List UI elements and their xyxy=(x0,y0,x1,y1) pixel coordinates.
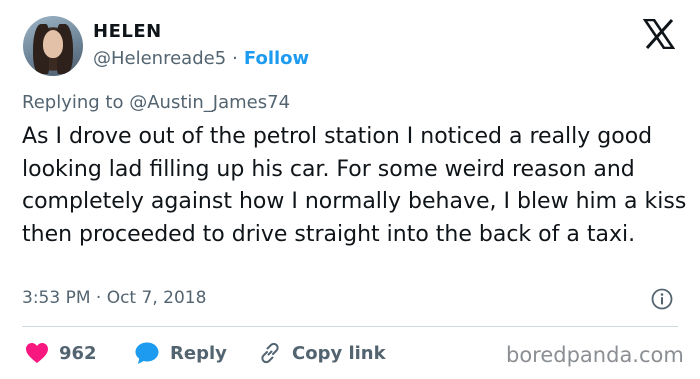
tweet-timestamp[interactable]: 3:53 PM · Oct 7, 2018 xyxy=(22,288,206,308)
reply-label: Reply xyxy=(170,342,227,364)
watermark: boredpanda.com xyxy=(506,343,684,367)
divider xyxy=(22,326,678,327)
reply-bubble-icon xyxy=(135,342,159,364)
link-icon xyxy=(261,342,279,364)
reply-mention-link[interactable]: @Austin_James74 xyxy=(129,92,290,113)
author-handle[interactable]: @Helenreade5 xyxy=(93,48,226,69)
reply-button[interactable]: Reply xyxy=(134,341,227,365)
reply-prefix: Replying to xyxy=(22,92,124,113)
copy-link-button[interactable]: Copy link xyxy=(258,341,386,365)
author-handle-row: @Helenreade5 · Follow xyxy=(93,48,309,69)
like-count: 962 xyxy=(59,342,97,364)
follow-button[interactable]: Follow xyxy=(244,48,309,69)
info-icon[interactable] xyxy=(651,288,673,310)
tweet-card: HELEN @Helenreade5 · Follow Replying to @A… xyxy=(0,0,700,379)
like-button[interactable]: 962 xyxy=(25,341,97,365)
x-logo-icon[interactable] xyxy=(643,19,675,49)
reply-context: Replying to @Austin_James74 xyxy=(22,92,290,113)
avatar[interactable] xyxy=(23,16,83,76)
copy-link-label: Copy link xyxy=(292,342,386,364)
author-name[interactable]: HELEN xyxy=(93,21,162,42)
tweet-text: As I drove out of the petrol station I n… xyxy=(22,124,687,247)
separator-dot: · xyxy=(232,48,238,69)
heart-icon xyxy=(26,343,48,363)
